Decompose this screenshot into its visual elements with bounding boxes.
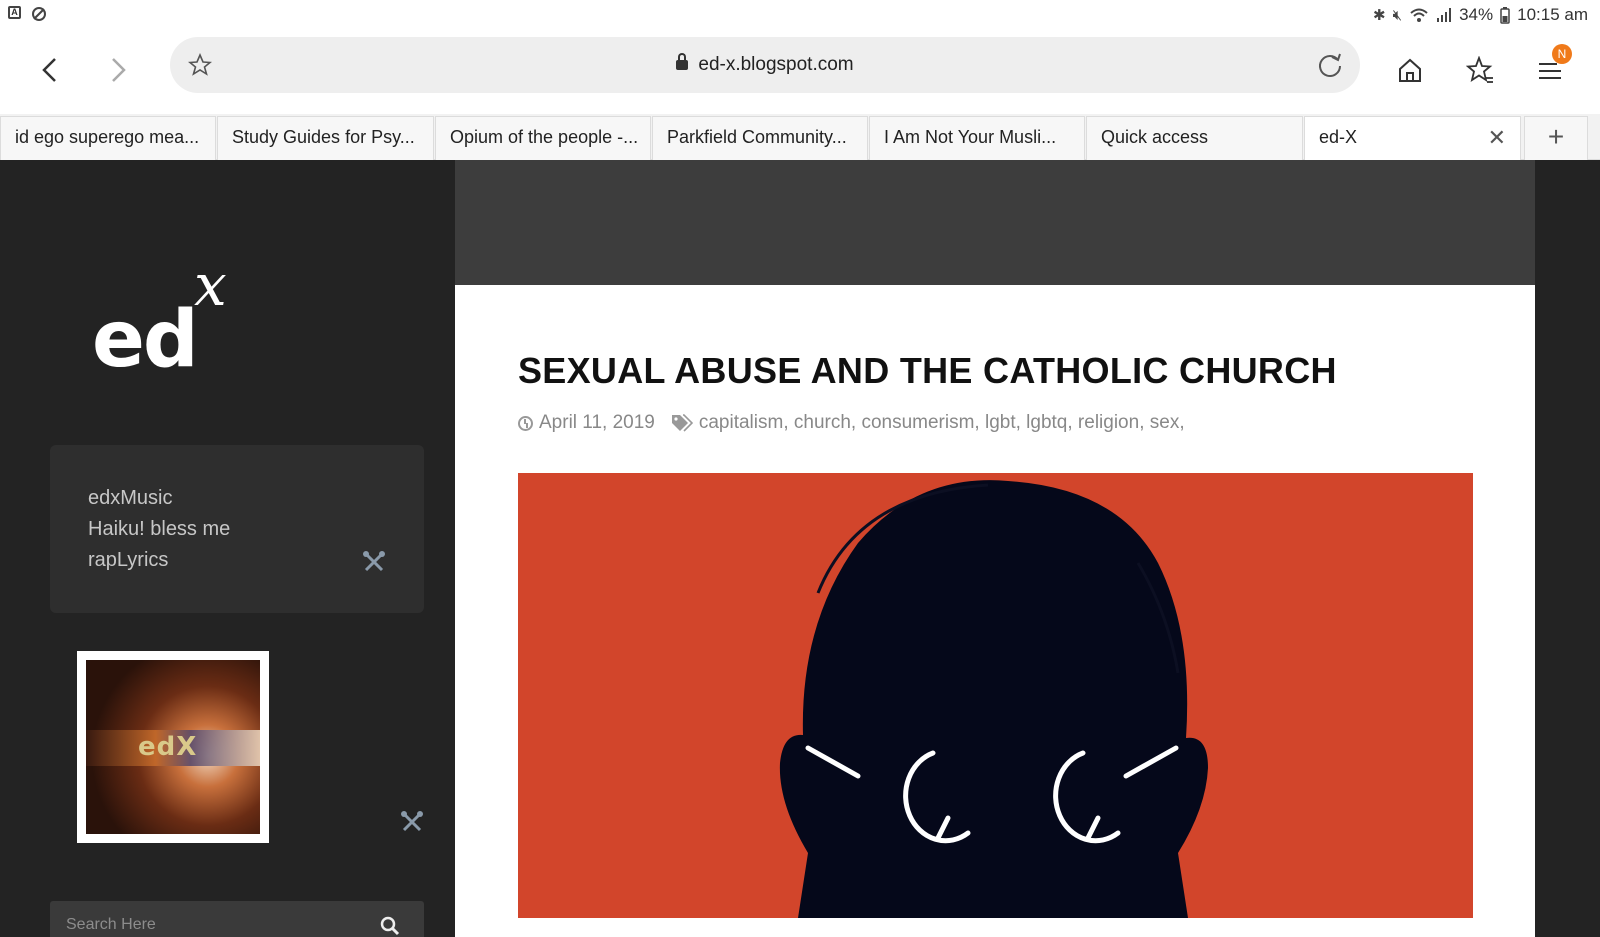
battery-percent: 34% [1459, 5, 1494, 24]
tag-icon [671, 414, 693, 432]
close-tab-icon[interactable]: ✕ [1488, 127, 1506, 149]
post-tags[interactable]: capitalism, church, consumerism, lgbt, l… [699, 412, 1185, 434]
tab-strip: id ego superego mea... Study Guides for … [0, 114, 1600, 160]
browser-toolbar: ed-x.blogspot.com N [0, 30, 1600, 114]
right-margin [1535, 160, 1600, 937]
tab-label: Study Guides for Psy... [232, 127, 415, 147]
search-icon[interactable] [380, 916, 400, 936]
forward-button[interactable] [98, 50, 138, 90]
tab-label: Opium of the people -... [450, 127, 639, 147]
head-silhouette-illustration [779, 480, 1208, 918]
lock-icon [676, 53, 689, 70]
tab-label: I Am Not Your Musli... [884, 127, 1057, 147]
edit-widget-icon[interactable] [362, 548, 388, 574]
rotation-lock-icon [32, 7, 46, 21]
menu-button[interactable]: N [1530, 44, 1572, 90]
tab-4[interactable]: I Am Not Your Musli... [869, 116, 1085, 160]
tab-label: Quick access [1101, 127, 1209, 147]
new-tab-button[interactable]: + [1524, 116, 1588, 160]
search-input[interactable] [66, 916, 366, 934]
tab-3[interactable]: Parkfield Community... [652, 116, 868, 160]
logo-x: x [194, 251, 227, 319]
tab-label: Parkfield Community... [667, 127, 847, 147]
search-box [50, 901, 424, 937]
wifi-icon [1410, 8, 1428, 22]
tab-2[interactable]: Opium of the people -... [435, 116, 651, 160]
clock-time: 10:15 am [1517, 5, 1588, 24]
chevron-right-icon [112, 58, 126, 82]
notification-icon: A [8, 6, 21, 19]
tab-0[interactable]: id ego superego mea... [0, 116, 216, 160]
sidebar-link-haiku[interactable]: Haiku! bless me [88, 518, 230, 541]
clock-icon [518, 415, 533, 431]
bookmarks-button[interactable] [1460, 50, 1500, 90]
site-logo[interactable]: ed x [92, 251, 262, 385]
address-bar[interactable]: ed-x.blogspot.com [170, 37, 1360, 93]
sidebar-link-raplyrics[interactable]: rapLyrics [88, 549, 168, 572]
web-page: ed x edxMusic Haiku! bless me rapLyrics … [0, 160, 1600, 937]
photo-text: edX [138, 732, 198, 762]
status-bar: A ✱ 🔇︎ 34% 10:15 am [0, 0, 1600, 30]
logo-ed: ed [92, 295, 199, 385]
post-hero-image[interactable] [518, 473, 1473, 918]
battery-icon [1500, 6, 1510, 24]
bookmarks-icon [1466, 56, 1493, 83]
tab-label: ed-X [1319, 127, 1358, 147]
edit-image-icon[interactable] [400, 808, 426, 834]
signal-icon [1437, 8, 1452, 22]
post-title[interactable]: SEXUAL ABUSE AND THE CATHOLIC CHURCH [518, 350, 1337, 392]
profile-photo: edX [86, 660, 260, 834]
post-meta: April 11, 2019 capitalism, church, consu… [518, 412, 1185, 434]
post-area: SEXUAL ABUSE AND THE CATHOLIC CHURCH Apr… [455, 160, 1535, 937]
sidebar-link-edxmusic[interactable]: edxMusic [88, 487, 172, 510]
tab-5[interactable]: Quick access [1086, 116, 1303, 160]
reload-icon[interactable] [1316, 51, 1344, 79]
tab-6[interactable]: ed-X ✕ [1304, 116, 1521, 160]
blog-sidebar: ed x edxMusic Haiku! bless me rapLyrics … [0, 160, 455, 937]
bluetooth-icon: ✱ [1373, 7, 1386, 24]
url-display[interactable]: ed-x.blogspot.com [170, 53, 1360, 76]
tab-label: id ego superego mea... [15, 127, 200, 147]
back-button[interactable] [30, 50, 70, 90]
profile-badge: N [1552, 44, 1572, 64]
mute-icon: 🔇︎ [1392, 6, 1403, 24]
tab-1[interactable]: Study Guides for Psy... [217, 116, 434, 160]
url-text: ed-x.blogspot.com [698, 54, 854, 75]
links-widget: edxMusic Haiku! bless me rapLyrics [50, 445, 424, 613]
header-banner [455, 160, 1535, 285]
post-date[interactable]: April 11, 2019 [539, 412, 655, 434]
home-icon [1399, 58, 1421, 82]
profile-image[interactable]: edX [77, 651, 269, 843]
chevron-left-icon [42, 58, 56, 82]
home-button[interactable] [1390, 50, 1430, 90]
